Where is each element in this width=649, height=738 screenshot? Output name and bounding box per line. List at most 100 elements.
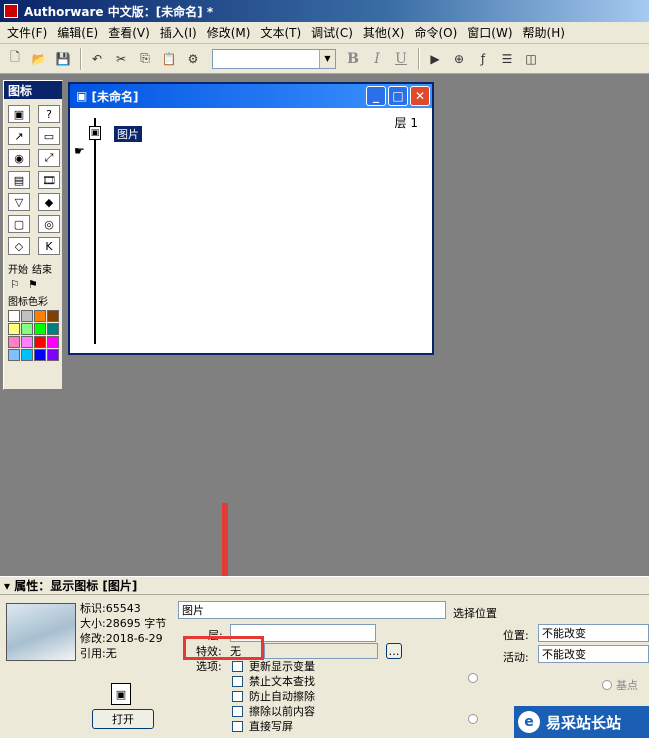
checkbox-direct-to-screen[interactable]: 直接写屏 [232,718,293,734]
copy-icon[interactable]: ⎘ [134,48,156,70]
color-swatch-1[interactable] [21,310,33,322]
calculation-icon[interactable]: ▢ [8,215,30,233]
dvd-icon[interactable]: ◎ [38,215,60,233]
cut-icon[interactable]: ✂ [110,48,132,70]
movie-icon[interactable]: 🎞 [38,171,60,189]
text-style-combo[interactable]: ▼ [212,48,336,69]
display-icon: ▣ [111,683,131,705]
paste-icon[interactable]: 📋 [158,48,180,70]
effect-field[interactable] [264,643,378,659]
properties-title: 属性：显示图标 [图片] [14,579,138,593]
undo-icon[interactable]: ↶ [86,48,108,70]
palette-title: 图标 [4,81,62,99]
new-file-icon[interactable]: 🗋 [4,48,26,70]
decision-icon[interactable]: ▽ [8,193,30,211]
motion-icon[interactable]: ↗ [8,127,30,145]
size-label: 大小:28695 字节 [80,617,167,630]
menu-command[interactable]: 命令(O) [409,24,462,41]
effect-browse-button[interactable]: … [386,643,402,659]
maximize-icon[interactable]: □ [388,86,408,106]
icon-name-field[interactable]: 图片 [178,601,446,619]
find-icon[interactable]: ⚙ [182,48,204,70]
control-panel-icon[interactable]: ⊕ [448,48,470,70]
framework-icon[interactable]: ▤ [8,171,30,189]
color-swatch-7[interactable] [47,323,59,335]
open-folder-icon[interactable]: 📂 [28,48,50,70]
save-icon[interactable]: 💾 [52,48,74,70]
end-flag-icon[interactable]: ⚑ [28,278,38,291]
activity-select[interactable]: 不能改变 [538,645,649,663]
checkbox-disable-text-search[interactable]: 禁止文本查找 [232,673,315,689]
checkbox-erase-previous[interactable]: 擦除以前内容 [232,703,315,719]
menu-other[interactable]: 其他(X) [358,24,410,41]
select-position-label: 选择位置 [453,607,497,620]
display-icon[interactable]: ▣ [89,126,101,140]
flowline-window-title: [未命名] [91,89,139,104]
position-select[interactable]: 不能改变 [538,624,649,642]
checkbox-prevent-auto-erase[interactable]: 防止自动擦除 [232,688,315,704]
toolbar: 🗋 📂 💾 ↶ ✂ ⎘ 📋 ⚙ ▼ B I U ▶ ⊕ ƒ ☰ ◫ [0,44,649,74]
menu-modify[interactable]: 修改(M) [202,24,256,41]
flowline [94,118,96,344]
window-title: Authorware 中文版：[未命名] * [24,4,214,19]
radio-option[interactable] [468,673,478,683]
erase-icon[interactable]: ▭ [38,127,60,145]
menu-edit[interactable]: 编辑(E) [52,24,103,41]
menu-help[interactable]: 帮助(H) [518,24,570,41]
radio-base-point[interactable] [602,680,612,690]
color-swatch-14[interactable] [34,349,46,361]
color-swatch-5[interactable] [21,323,33,335]
wait-question-icon[interactable]: ? [38,105,60,123]
underline-button[interactable]: U [390,48,412,70]
menu-debug[interactable]: 调试(C) [306,24,358,41]
color-swatch-4[interactable] [8,323,20,335]
start-flag-icon[interactable]: ⚐ [10,278,20,291]
collapse-icon[interactable]: ▾ [4,579,14,593]
map-icon[interactable]: ◇ [8,237,30,255]
icon-palette: 图标 ▣ ? ↗ ▭ ◉ ⤢ ▤ 🎞 ▽ ◆ ▢ ◎ ◇ K 开始 结束 ⚐ ⚑… [3,80,63,390]
start-end-labels: 开始 结束 [4,261,62,276]
bold-button[interactable]: B [342,48,364,70]
wait-icon[interactable]: ◉ [8,149,30,167]
color-swatch-8[interactable] [8,336,20,348]
italic-button[interactable]: I [366,48,388,70]
id-label: 标识:65543 [80,602,141,615]
close-icon[interactable]: ✕ [410,86,430,106]
color-swatch-2[interactable] [34,310,46,322]
flow-icon-label[interactable]: 图片 [114,126,142,142]
variables-icon[interactable]: ☰ [496,48,518,70]
color-swatch-6[interactable] [34,323,46,335]
knowledge-objects-icon[interactable]: ◫ [520,48,542,70]
menu-view[interactable]: 查看(V) [103,24,155,41]
color-swatch-11[interactable] [47,336,59,348]
toolbar-separator [80,47,82,70]
navigate-icon[interactable]: ⤢ [38,149,60,167]
flowline-window-titlebar: ▣ [未命名] _ □ ✕ [70,84,432,108]
functions-icon[interactable]: ƒ [472,48,494,70]
position-label: 位置: [503,629,529,642]
color-swatch-13[interactable] [21,349,33,361]
checkbox-update-variables[interactable]: 更新显示变量 [232,658,315,674]
run-icon[interactable]: ▶ [424,48,446,70]
color-swatch-9[interactable] [21,336,33,348]
display-icon[interactable]: ▣ [8,105,30,123]
flowline-canvas[interactable]: 层 1 ▣ 图片 ☛ [70,108,432,353]
color-swatch-0[interactable] [8,310,20,322]
color-swatch-10[interactable] [34,336,46,348]
color-swatch-12[interactable] [8,349,20,361]
menu-window[interactable]: 窗口(W) [462,24,517,41]
color-swatch-15[interactable] [47,349,59,361]
open-button[interactable]: 打开 [92,709,154,729]
modified-label: 修改:2018-6-29 [80,632,163,645]
end-label: 结束 [32,265,52,276]
menu-text[interactable]: 文本(T) [255,24,306,41]
menu-insert[interactable]: 插入(I) [155,24,202,41]
color-swatch-3[interactable] [47,310,59,322]
knowledge-object-icon[interactable]: K [38,237,60,255]
interaction-icon[interactable]: ◆ [38,193,60,211]
minimize-icon[interactable]: _ [366,86,386,106]
watermark-logo-icon: e [518,711,540,733]
radio-option[interactable] [468,714,478,724]
chevron-down-icon[interactable]: ▼ [319,49,335,68]
menu-file[interactable]: 文件(F) [2,24,52,41]
